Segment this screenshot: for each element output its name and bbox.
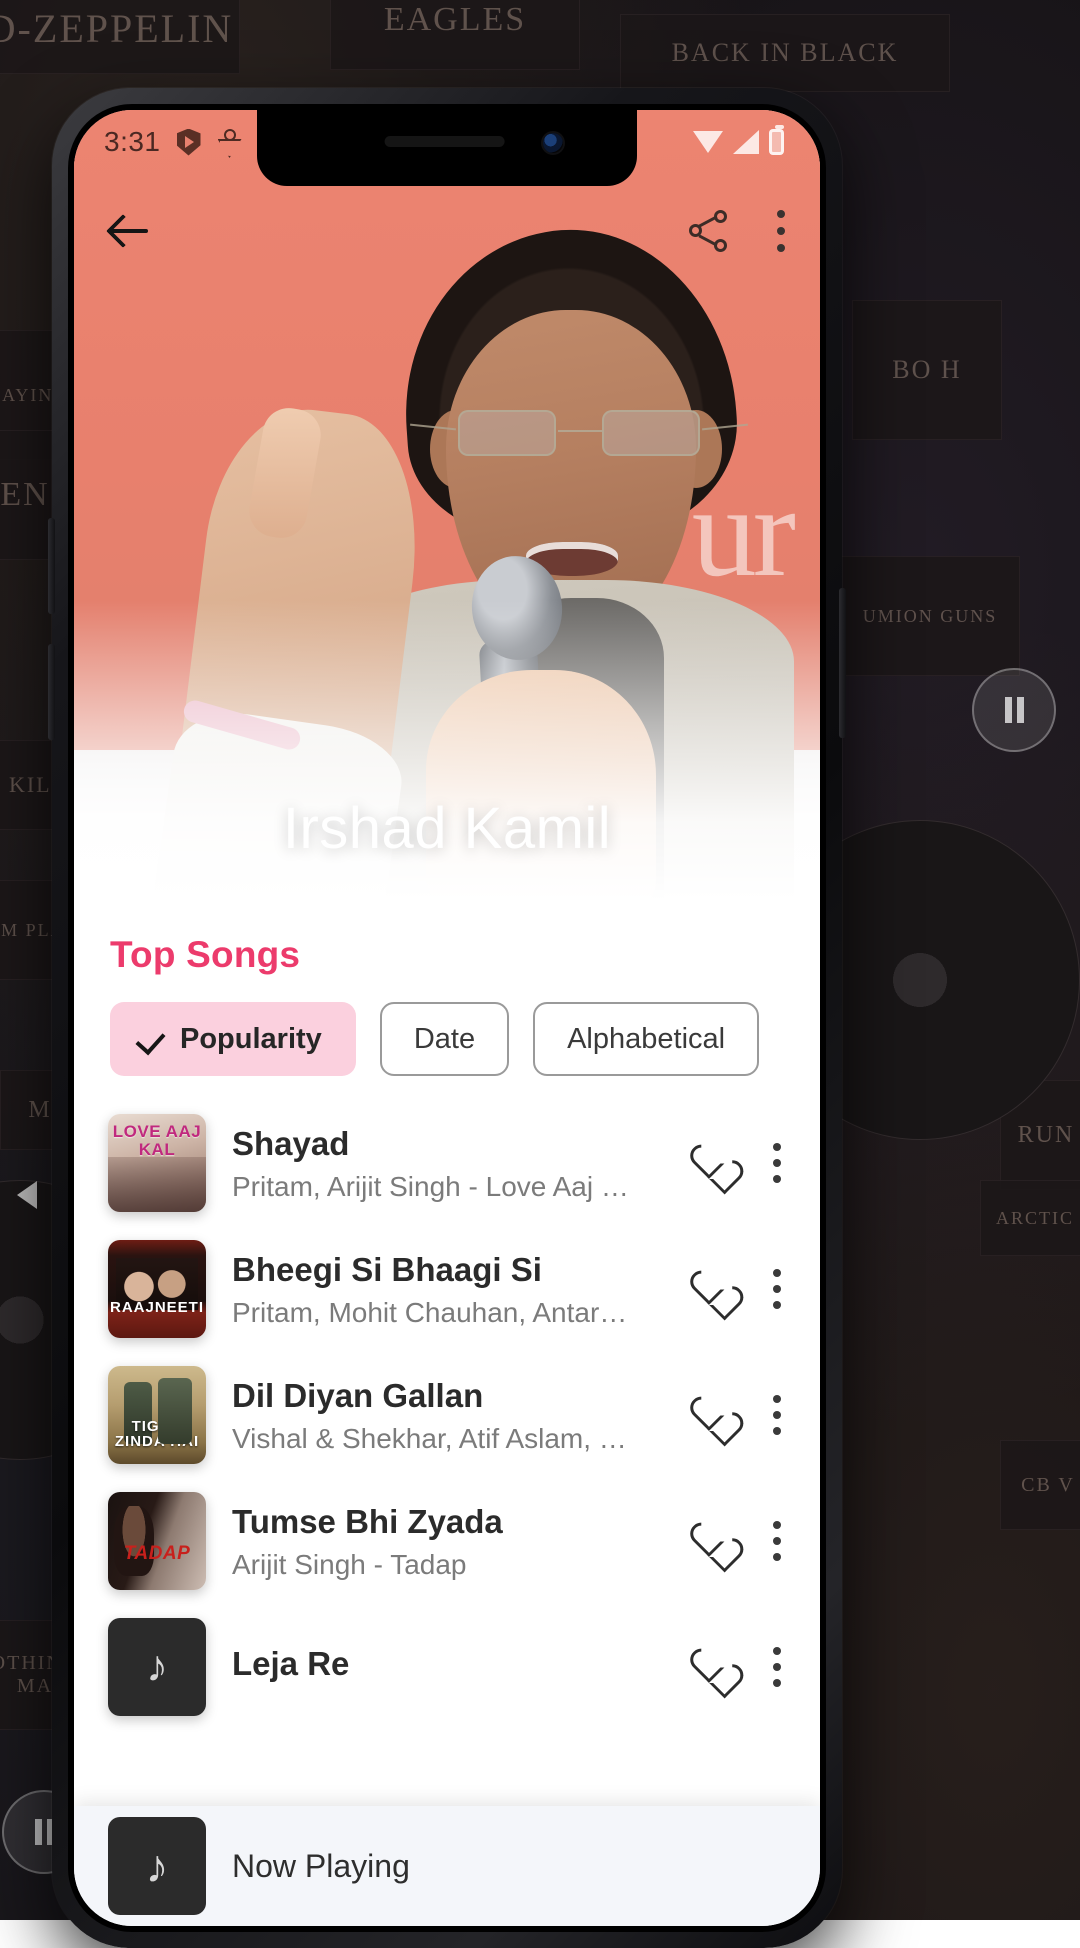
chip-popularity[interactable]: Popularity — [110, 1002, 356, 1076]
song-text: Leja Re — [232, 1643, 662, 1690]
song-actions — [688, 1269, 786, 1309]
song-subtitle: Pritam, Arijit Singh - Love Aaj … — [232, 1171, 662, 1203]
kite-icon — [217, 129, 239, 155]
status-bar-left: 3:31 — [104, 126, 239, 158]
list-item[interactable]: LOVE AAJ KAL Shayad Pritam, Arijit Singh… — [74, 1100, 820, 1226]
chip-date[interactable]: Date — [380, 1002, 509, 1076]
list-item[interactable]: ♪ Leja Re — [74, 1604, 820, 1730]
song-title: Leja Re — [232, 1643, 662, 1684]
list-item[interactable]: RAAJNEETI Bheegi Si Bhaagi Si Pritam, Mo… — [74, 1226, 820, 1352]
backdrop-poster: Arctic — [980, 1180, 1080, 1256]
album-art: ♪ — [108, 1618, 206, 1716]
overflow-menu-icon[interactable] — [772, 1521, 782, 1561]
previous-icon — [17, 1181, 37, 1209]
song-subtitle: Vishal & Shekhar, Atif Aslam, … — [232, 1423, 662, 1455]
album-art-label: TIGER ZINDA HAI — [108, 1419, 206, 1451]
section-title-top-songs: Top Songs — [74, 900, 820, 976]
content-area: Top Songs Popularity Date Alphabetical — [74, 900, 820, 1730]
song-text: Tumse Bhi Zyada Arijit Singh - Tadap — [232, 1501, 662, 1580]
music-note-icon: ♪ — [146, 1843, 169, 1889]
album-art-label: TADAP — [108, 1544, 206, 1564]
backdrop-poster: BACK IN BLACK — [620, 14, 950, 92]
song-list: LOVE AAJ KAL Shayad Pritam, Arijit Singh… — [74, 1076, 820, 1730]
battery-icon — [769, 129, 784, 155]
overflow-menu-icon[interactable] — [772, 1395, 782, 1435]
signal-icon — [733, 130, 759, 154]
overflow-menu-icon[interactable] — [772, 1143, 782, 1183]
backdrop-poster: D-ZEPPELIN — [0, 0, 240, 74]
overflow-menu-icon[interactable] — [776, 210, 786, 252]
song-actions — [688, 1395, 786, 1435]
backdrop-poster: CB V — [1000, 1440, 1080, 1530]
album-art-label: RAAJNEETI — [108, 1300, 206, 1316]
app-toolbar — [74, 188, 820, 274]
album-art: RAAJNEETI — [108, 1240, 206, 1338]
song-title: Bheegi Si Bhaagi Si — [232, 1249, 662, 1290]
heart-outline-icon[interactable] — [688, 1647, 732, 1687]
backdrop-wall-text: ur — [692, 480, 792, 584]
now-playing-thumbnail: ♪ — [108, 1817, 206, 1915]
song-subtitle: Pritam, Mohit Chauhan, Antar… — [232, 1297, 662, 1329]
backdrop-poster: BO H — [852, 300, 1002, 440]
volume-up-button — [48, 518, 55, 614]
pause-icon — [1005, 697, 1024, 723]
chip-label: Date — [414, 1023, 475, 1056]
song-actions — [688, 1647, 786, 1687]
song-title: Dil Diyan Gallan — [232, 1375, 662, 1416]
phone-bezel: 3:31 — [68, 104, 826, 1932]
list-item[interactable]: TIGER ZINDA HAI Dil Diyan Gallan Vishal … — [74, 1352, 820, 1478]
album-art-label: LOVE AAJ KAL — [108, 1123, 206, 1159]
album-art: TADAP — [108, 1492, 206, 1590]
shield-play-icon — [177, 129, 201, 156]
backdrop-poster: EAGLES — [330, 0, 580, 70]
wifi-icon — [693, 131, 723, 153]
volume-down-button — [48, 644, 55, 740]
overflow-menu-icon[interactable] — [772, 1269, 782, 1309]
heart-outline-icon[interactable] — [688, 1143, 732, 1183]
phone-mockup: 3:31 — [52, 88, 842, 1948]
sort-filter-chip-group: Popularity Date Alphabetical — [74, 976, 820, 1076]
now-playing-label: Now Playing — [232, 1848, 410, 1885]
phone-screen: 3:31 — [74, 110, 820, 1926]
song-actions — [688, 1521, 786, 1561]
chip-label: Popularity — [180, 1023, 322, 1056]
pause-icon — [35, 1819, 54, 1845]
album-art: TIGER ZINDA HAI — [108, 1366, 206, 1464]
page-title: Irshad Kamil — [74, 795, 820, 862]
status-bar-clock: 3:31 — [104, 126, 161, 158]
song-title: Shayad — [232, 1123, 662, 1164]
heart-outline-icon[interactable] — [688, 1521, 732, 1561]
back-arrow-icon[interactable] — [108, 210, 150, 252]
status-bar-right — [693, 129, 790, 155]
music-note-icon: ♪ — [146, 1645, 168, 1689]
song-subtitle: Arijit Singh - Tadap — [232, 1549, 662, 1581]
now-playing-bar[interactable]: ♪ Now Playing — [74, 1806, 820, 1926]
album-art: LOVE AAJ KAL — [108, 1114, 206, 1212]
heart-outline-icon[interactable] — [688, 1395, 732, 1435]
toolbar-actions — [688, 210, 786, 252]
chip-label: Alphabetical — [567, 1023, 725, 1056]
power-button — [839, 588, 846, 738]
overflow-menu-icon[interactable] — [772, 1647, 782, 1687]
song-text: Shayad Pritam, Arijit Singh - Love Aaj … — [232, 1123, 662, 1202]
share-icon[interactable] — [688, 210, 728, 252]
song-title: Tumse Bhi Zyada — [232, 1501, 662, 1542]
list-item[interactable]: TADAP Tumse Bhi Zyada Arijit Singh - Tad… — [74, 1478, 820, 1604]
heart-outline-icon[interactable] — [688, 1269, 732, 1309]
status-bar: 3:31 — [74, 110, 820, 174]
chip-alphabetical[interactable]: Alphabetical — [533, 1002, 759, 1076]
background-pause-button — [972, 668, 1056, 752]
song-actions — [688, 1143, 786, 1183]
backdrop-poster: umion Guns — [840, 556, 1020, 676]
check-icon — [138, 1026, 164, 1052]
song-text: Dil Diyan Gallan Vishal & Shekhar, Atif … — [232, 1375, 662, 1454]
eyeglasses — [454, 410, 704, 458]
song-text: Bheegi Si Bhaagi Si Pritam, Mohit Chauha… — [232, 1249, 662, 1328]
